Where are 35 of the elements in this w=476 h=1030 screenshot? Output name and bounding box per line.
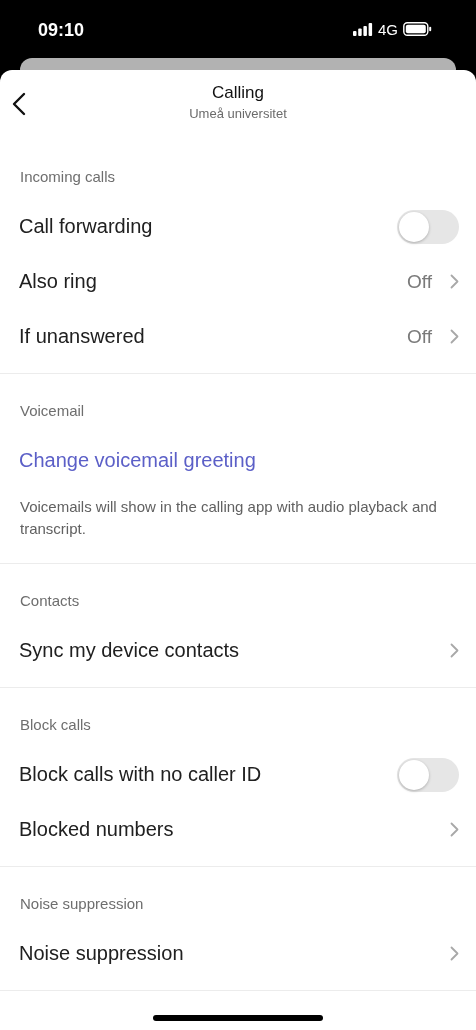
page-title: Calling bbox=[212, 82, 264, 104]
settings-row[interactable]: Sync my device contacts bbox=[0, 623, 476, 678]
section-title: Contacts bbox=[19, 591, 80, 611]
toggle-switch[interactable] bbox=[397, 757, 459, 792]
chevron-icon bbox=[450, 643, 459, 658]
chevron-icon bbox=[450, 822, 459, 837]
settings-row[interactable]: Noise suppression bbox=[0, 926, 476, 981]
setting-label: Noise suppression bbox=[19, 942, 184, 965]
voicemail-greeting-link[interactable]: Change voicemail greeting bbox=[19, 449, 256, 472]
settings-row[interactable]: If unanswered Off bbox=[0, 309, 476, 364]
section-title: Noise suppression bbox=[19, 894, 144, 914]
chevron-icon bbox=[450, 274, 459, 289]
setting-label: Block calls with no caller ID bbox=[19, 763, 262, 786]
setting-label: Sync my device contacts bbox=[19, 639, 240, 662]
section-title: Block calls bbox=[19, 715, 91, 735]
setting-label: Also ring bbox=[19, 270, 97, 293]
toggle-switch[interactable] bbox=[397, 209, 459, 244]
chevron-icon bbox=[450, 329, 459, 344]
back-icon[interactable] bbox=[12, 92, 26, 116]
battery-icon bbox=[403, 22, 432, 36]
setting-value: Off bbox=[407, 325, 432, 348]
setting-label: Blocked numbers bbox=[19, 818, 174, 841]
page-subtitle: Umeå universitet bbox=[189, 105, 287, 123]
signal-icon bbox=[353, 22, 373, 36]
status-time: 09:10 bbox=[38, 19, 85, 41]
settings-row[interactable]: Blocked numbers bbox=[0, 802, 476, 857]
setting-label: Call forwarding bbox=[19, 215, 153, 238]
setting-label: If unanswered bbox=[19, 325, 145, 348]
network-type: 4G bbox=[378, 20, 398, 38]
description-text: Voicemails will show in the calling app with audio playback and transcript. bbox=[20, 497, 438, 539]
chevron-icon bbox=[450, 946, 459, 961]
section-title: Incoming calls bbox=[19, 167, 116, 187]
setting-value: Off bbox=[407, 270, 432, 293]
section-title: Voicemail bbox=[19, 401, 85, 421]
settings-row[interactable]: Also ring Off bbox=[0, 254, 476, 309]
